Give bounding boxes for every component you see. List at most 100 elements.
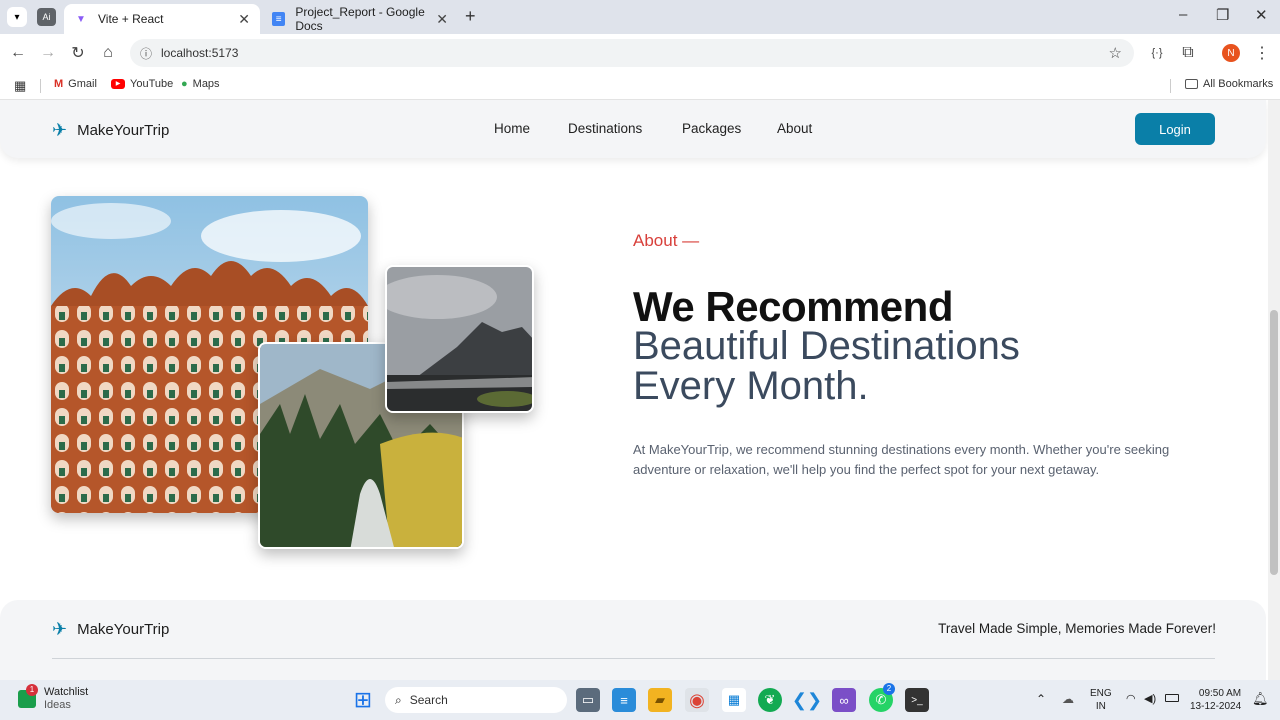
folder-icon bbox=[1185, 79, 1198, 89]
wifi-icon[interactable]: ◠ bbox=[1126, 692, 1136, 705]
search-label: Search bbox=[409, 693, 448, 707]
clock-date: 13-12-2024 bbox=[1190, 701, 1242, 712]
nav-home[interactable]: Home bbox=[494, 121, 530, 136]
whatsapp-icon[interactable]: ✆ 2 bbox=[869, 683, 895, 712]
url-text: localhost:5173 bbox=[161, 46, 239, 60]
close-icon[interactable]: ✕ bbox=[436, 11, 448, 28]
tab-search-button[interactable]: ▾ bbox=[7, 7, 27, 27]
section-label: About — bbox=[633, 231, 700, 250]
gmail-icon: M bbox=[54, 78, 64, 90]
page-scrollbar[interactable] bbox=[1268, 100, 1280, 680]
mountain-coast-photo bbox=[385, 265, 534, 413]
widget-subtitle: Ideas bbox=[44, 699, 71, 711]
notification-badge: 2 bbox=[883, 683, 895, 695]
site-info-icon[interactable]: ⓘ bbox=[140, 45, 152, 62]
footer-divider bbox=[52, 658, 1215, 659]
region-code: IN bbox=[1095, 701, 1106, 712]
tab-vite-react[interactable]: ▼ Vite + React ✕ bbox=[64, 4, 260, 34]
bookmark-maps[interactable]: ● Maps bbox=[181, 78, 220, 90]
brand-name: MakeYourTrip bbox=[77, 122, 170, 139]
heading-line: Beautiful Destinations bbox=[633, 324, 1020, 368]
task-view-icon[interactable]: ▭ bbox=[576, 688, 600, 712]
notification-badge: 1 bbox=[26, 684, 38, 696]
bookmarks-bar: ▦ M Gmail ▶ YouTube ● Maps All Bookmarks bbox=[0, 72, 1280, 100]
back-icon[interactable]: ← bbox=[7, 42, 29, 64]
about-description: At MakeYourTrip, we recommend stunning d… bbox=[633, 442, 1170, 477]
ai-icon[interactable]: Ai bbox=[37, 8, 56, 26]
footer-tagline: Travel Made Simple, Memories Made Foreve… bbox=[938, 621, 1216, 636]
site-navbar: ✈ MakeYourTrip Home Destinations Package… bbox=[0, 100, 1266, 158]
close-icon[interactable]: ✕ bbox=[238, 11, 250, 28]
bookmark-label: YouTube bbox=[130, 78, 174, 90]
onedrive-icon[interactable]: ☁ bbox=[1062, 692, 1074, 706]
new-tab-icon[interactable]: + bbox=[465, 6, 476, 27]
heading-subtitle: Beautiful Destinations Every Month. bbox=[633, 326, 1020, 406]
site-footer bbox=[0, 600, 1266, 680]
site-logo[interactable]: ✈ MakeYourTrip bbox=[52, 120, 169, 141]
nav-packages[interactable]: Packages bbox=[682, 121, 741, 136]
nav-destinations[interactable]: Destinations bbox=[568, 121, 642, 136]
all-bookmarks[interactable]: All Bookmarks bbox=[1185, 78, 1273, 90]
maps-pin-icon: ● bbox=[181, 78, 188, 90]
watchlist-widget[interactable]: 1 Watchlist Ideas bbox=[18, 684, 89, 712]
taskbar-search[interactable]: ⌕ Search bbox=[385, 687, 567, 713]
terminal-icon[interactable]: >_ bbox=[905, 688, 929, 712]
visual-studio-icon[interactable]: ∞ bbox=[832, 688, 856, 712]
home-icon[interactable]: ⌂ bbox=[97, 42, 119, 64]
windows-taskbar: 1 Watchlist Ideas ⊞ ⌕ Search ▭ ≡ ▰ ◉ ▦ ❦… bbox=[0, 680, 1280, 720]
notepad-icon[interactable]: ≡ bbox=[612, 688, 636, 712]
notification-bell-icon[interactable]: 🔔︎ bbox=[1252, 691, 1269, 707]
volume-icon[interactable]: ◀) bbox=[1144, 692, 1156, 705]
maximize-icon[interactable]: ❐ bbox=[1216, 6, 1229, 24]
airplane-icon: ✈ bbox=[52, 120, 68, 140]
bookmark-label: Maps bbox=[192, 78, 220, 90]
bookmark-label: All Bookmarks bbox=[1203, 78, 1274, 90]
login-button[interactable]: Login bbox=[1135, 113, 1215, 145]
lang-code: ENG bbox=[1090, 688, 1112, 699]
divider bbox=[1170, 79, 1171, 93]
nav-about[interactable]: About bbox=[777, 121, 812, 136]
menu-icon[interactable]: ⋮ bbox=[1251, 42, 1273, 64]
chrome-icon[interactable]: ◉ bbox=[685, 688, 709, 712]
bookmark-youtube[interactable]: ▶ YouTube bbox=[111, 78, 173, 90]
chart-icon: 1 bbox=[18, 684, 38, 708]
tab-title: Project_Report - Google Docs bbox=[295, 5, 425, 33]
apps-icon[interactable]: ▦ bbox=[14, 78, 26, 94]
extensions-icon[interactable]: ⧉ bbox=[1177, 42, 1199, 64]
footer-logo[interactable]: ✈ MakeYourTrip bbox=[52, 619, 169, 640]
reload-icon[interactable]: ↻ bbox=[67, 42, 89, 64]
tab-google-docs[interactable]: ≡ Project_Report - Google Docs ✕ bbox=[262, 4, 458, 34]
cast-icon[interactable]: {·} bbox=[1146, 42, 1168, 64]
address-bar[interactable]: ⓘ localhost:5173 ☆ bbox=[130, 39, 1134, 67]
clock-time: 09:50 AM bbox=[1198, 688, 1242, 699]
vite-icon: ▼ bbox=[76, 13, 86, 25]
clock[interactable]: 09:50 AM 13-12-2024 bbox=[1190, 687, 1241, 713]
docs-icon: ≡ bbox=[272, 12, 286, 26]
divider bbox=[40, 79, 41, 93]
battery-icon[interactable] bbox=[1165, 694, 1179, 702]
airplane-icon: ✈ bbox=[52, 619, 68, 639]
scrollbar-thumb[interactable] bbox=[1270, 310, 1278, 575]
browser-tab-strip: ▾ Ai ▼ Vite + React ✕ ≡ Project_Report -… bbox=[0, 0, 1280, 34]
search-icon: ⌕ bbox=[395, 692, 402, 707]
forward-icon[interactable]: → bbox=[37, 42, 59, 64]
bookmark-label: Gmail bbox=[68, 78, 97, 90]
web-page: ✈ MakeYourTrip Home Destinations Package… bbox=[0, 100, 1268, 680]
heading-line: Every Month. bbox=[633, 364, 869, 408]
language-indicator[interactable]: ENG IN bbox=[1090, 687, 1112, 713]
vscode-icon[interactable]: ❮❯ bbox=[792, 688, 822, 712]
window-close-icon[interactable]: ✕ bbox=[1255, 6, 1268, 24]
youtube-icon: ▶ bbox=[111, 79, 125, 89]
widget-title: Watchlist bbox=[44, 686, 89, 698]
windows-start-icon[interactable]: ⊞ bbox=[351, 687, 375, 712]
file-explorer-icon[interactable]: ▰ bbox=[648, 688, 672, 712]
star-icon[interactable]: ☆ bbox=[1109, 44, 1122, 62]
mongodb-icon[interactable]: ❦ bbox=[758, 688, 782, 712]
brand-name: MakeYourTrip bbox=[77, 621, 170, 638]
bookmark-gmail[interactable]: M Gmail bbox=[54, 78, 97, 90]
store-icon[interactable]: ▦ bbox=[722, 688, 746, 712]
tab-title: Vite + React bbox=[98, 12, 164, 26]
tray-chevron-icon[interactable]: ⌃ bbox=[1036, 692, 1046, 706]
profile-avatar[interactable]: N bbox=[1222, 44, 1240, 62]
minimize-icon[interactable]: – bbox=[1179, 6, 1187, 23]
